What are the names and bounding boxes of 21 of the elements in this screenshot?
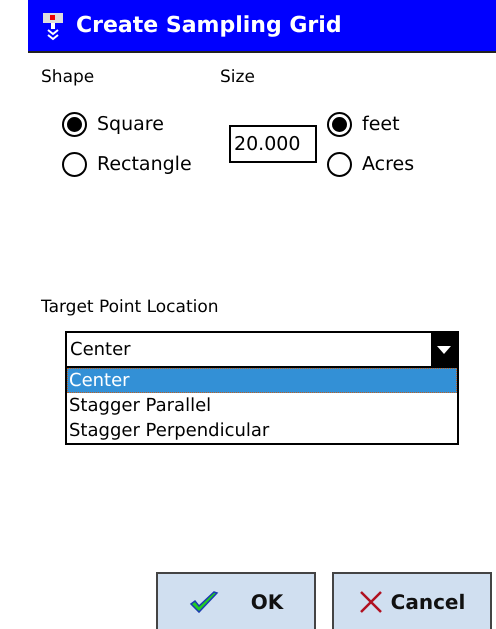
radio-button[interactable] <box>327 152 352 176</box>
window-title: Create Sampling Grid <box>76 13 342 38</box>
radio-button[interactable] <box>62 112 87 136</box>
target-label: Target Point Location <box>41 297 220 317</box>
size-label: Size <box>220 67 255 87</box>
radio-label: Acres <box>362 153 414 175</box>
dropdown-option[interactable]: Stagger Perpendicular <box>67 418 457 443</box>
app-icon <box>42 10 64 40</box>
dialog-button[interactable]: Cancel <box>332 572 492 629</box>
radio-label: Rectangle <box>97 153 192 175</box>
shape-label: Shape <box>41 67 96 87</box>
radio-label: Square <box>97 113 164 135</box>
dropdown-option[interactable]: Stagger Parallel <box>67 393 457 418</box>
radio-button[interactable] <box>62 152 87 176</box>
close-icon <box>358 590 383 614</box>
checkmark-icon <box>188 590 219 614</box>
radio-button[interactable] <box>327 112 352 136</box>
dropdown[interactable]: Center <box>65 331 459 368</box>
dialog-button[interactable]: OK <box>156 572 316 629</box>
size-input-field[interactable]: 20.000 <box>229 125 317 163</box>
radio-label: feet <box>362 113 400 135</box>
